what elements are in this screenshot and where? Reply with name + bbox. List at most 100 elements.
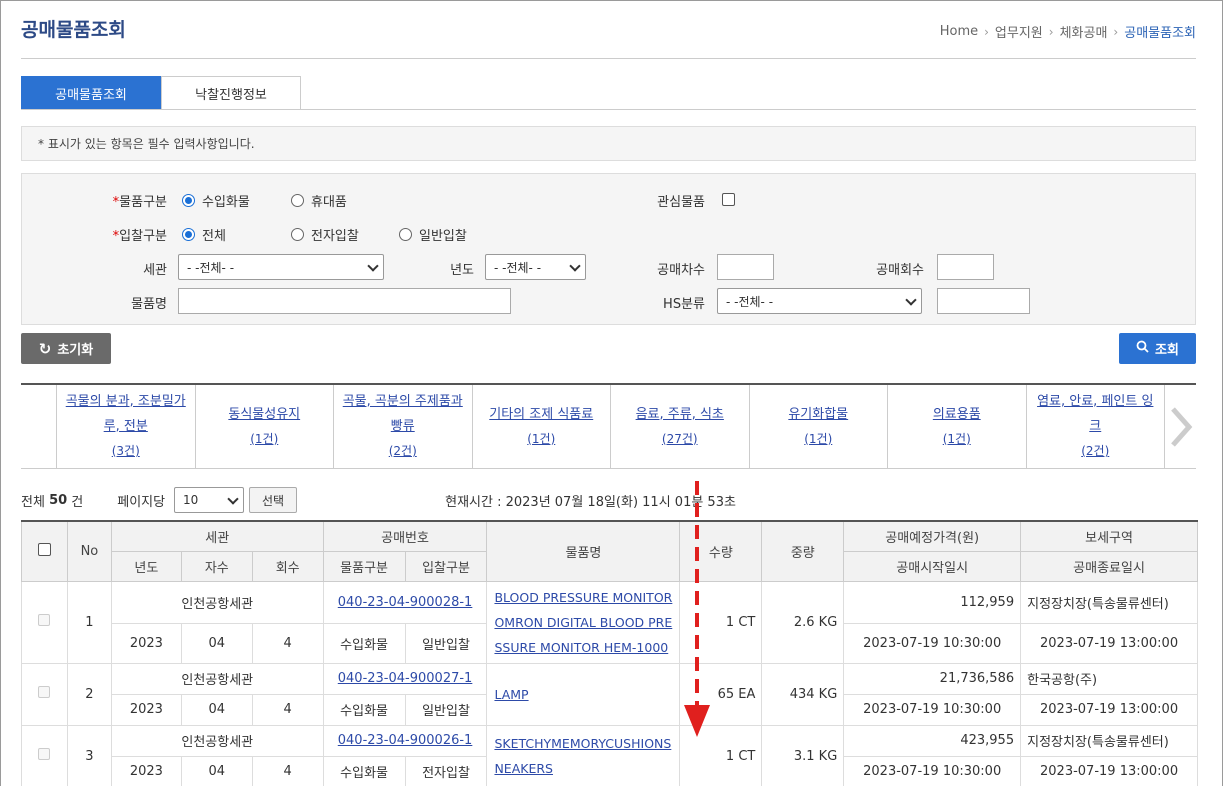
row-no: 3 — [66, 724, 112, 786]
chevron-down-icon — [227, 493, 239, 505]
hs-code-input[interactable] — [937, 288, 1030, 314]
auction-table: No 세관 공매번호 물품명 수량 중량 공매예정가격(원) 보세구역 년도 자… — [21, 520, 1198, 786]
sale-no-link[interactable]: 040-23-04-900026-1 — [322, 724, 488, 757]
row-checkbox[interactable] — [38, 686, 51, 698]
search-form: *물품구분 수입화물 휴대품 관심물품 *입찰구분 전체 전자입찰 일반입찰 세… — [21, 173, 1196, 325]
breadcrumb-support[interactable]: 업무지원 — [995, 22, 1043, 41]
carousel-next-button[interactable] — [1164, 385, 1196, 468]
radio-bid-all[interactable]: 전체 — [182, 225, 226, 244]
category-item[interactable]: 곡물, 곡분의 주제품과 빵류 (2건) — [333, 385, 472, 468]
category-item[interactable]: 유기화합물 (1건) — [748, 385, 888, 468]
current-time-label: 현재시간 : — [445, 494, 502, 510]
reset-button[interactable]: ↻ 초기화 — [21, 333, 111, 364]
category-item[interactable]: 동식물성유지 (1건) — [194, 385, 334, 468]
row-bonded: 지정장치장(특송물류센터) — [1020, 580, 1198, 624]
category-item[interactable]: 기타의 조제 식품료 (1건) — [471, 385, 611, 468]
item-name-link[interactable]: SKETCHYMEMORYCUSHIONS NEAKERS — [486, 724, 681, 786]
header-type: 물품구분 — [322, 550, 406, 582]
customs-select[interactable]: - -전체- - — [178, 254, 384, 280]
category-item[interactable]: 곡물의 분과, 조분밀가루, 전분 (3건) — [56, 385, 195, 468]
radio-button[interactable] — [399, 228, 412, 241]
year-label: 년도 — [450, 263, 474, 278]
item-name-label: 물품명 — [131, 297, 167, 312]
header-round: 자수 — [180, 550, 253, 582]
category-item[interactable]: 염료, 안료, 페인트 잉크 (2건) — [1025, 385, 1165, 468]
row-end: 2023-07-19 13:00:00 — [1020, 755, 1198, 786]
radio-button-checked[interactable] — [182, 228, 195, 241]
breadcrumb-home[interactable]: Home — [940, 24, 978, 39]
row-type: 수입화물 — [322, 622, 406, 664]
radio-carry-on[interactable]: 휴대품 — [291, 191, 347, 210]
header-weight: 중량 — [761, 520, 845, 582]
row-customs: 인천공항세관 — [110, 662, 324, 695]
row-start: 2023-07-19 10:30:00 — [843, 693, 1022, 726]
interest-label: 관심물품 — [657, 195, 705, 210]
round-no-input[interactable] — [717, 254, 774, 280]
hs-select[interactable]: - -전체- - — [717, 288, 922, 314]
radio-bid-electronic[interactable]: 전자입찰 — [291, 225, 359, 244]
year-select[interactable]: - -전체- - — [485, 254, 586, 280]
row-price: 423,955 — [843, 724, 1022, 757]
item-name-input[interactable] — [178, 288, 511, 314]
item-type-label: *물품구분 — [112, 195, 167, 210]
header-no: No — [66, 520, 112, 582]
tab-divider — [21, 109, 1196, 110]
refresh-icon: ↻ — [38, 339, 52, 358]
row-checkbox-cell[interactable] — [21, 580, 68, 664]
item-name-link[interactable]: LAMP — [486, 662, 681, 726]
radio-button[interactable] — [291, 194, 304, 207]
radio-bid-general[interactable]: 일반입찰 — [399, 225, 467, 244]
row-end: 2023-07-19 13:00:00 — [1020, 693, 1198, 726]
row-price: 21,736,586 — [843, 662, 1022, 695]
per-page-select[interactable]: 10 — [174, 487, 244, 513]
radio-import-cargo[interactable]: 수입화물 — [182, 191, 250, 210]
sale-no-link[interactable]: 040-23-04-900027-1 — [322, 662, 488, 695]
row-year: 2023 — [110, 755, 182, 786]
interest-checkbox[interactable] — [722, 193, 735, 210]
tab-bid-progress[interactable]: 낙찰진행정보 — [161, 76, 301, 110]
sale-no-link[interactable]: 040-23-04-900028-1 — [322, 580, 488, 624]
select-button[interactable]: 선택 — [249, 487, 297, 513]
tab-auction-items[interactable]: 공매물품조회 — [21, 76, 161, 110]
title-divider — [21, 58, 1196, 59]
select-all-cell[interactable] — [21, 520, 68, 582]
row-checkbox-cell[interactable] — [21, 724, 68, 786]
row-weight: 2.6 KG — [761, 580, 845, 664]
category-item[interactable]: 의료용품 (1건) — [887, 385, 1026, 468]
row-bid: 전자입찰 — [404, 755, 488, 786]
row-year: 2023 — [110, 693, 182, 726]
radio-button[interactable] — [291, 228, 304, 241]
row-checkbox[interactable] — [38, 614, 51, 626]
select-all-checkbox[interactable] — [37, 542, 51, 556]
row-round: 04 — [180, 693, 253, 726]
breadcrumb-auction[interactable]: 체화공매 — [1060, 22, 1108, 41]
header-count: 회수 — [251, 550, 324, 582]
row-round: 04 — [180, 755, 253, 786]
category-carousel: 곡물의 분과, 조분밀가루, 전분 (3건) 동식물성유지 (1건) 곡물, 곡분의… — [21, 383, 1196, 469]
round-no-label: 공매차수 — [657, 263, 705, 278]
scroll-down-arrow-icon — [684, 481, 710, 737]
row-no: 2 — [66, 662, 112, 726]
chevron-right-icon: › — [984, 24, 989, 39]
round-count-input[interactable] — [937, 254, 994, 280]
radio-button-checked[interactable] — [182, 194, 195, 207]
item-name-link[interactable]: BLOOD PRESSURE MONITOR OMRON DIGITAL BLOO… — [486, 580, 681, 664]
header-bonded: 보세구역 — [1020, 520, 1198, 552]
row-customs: 인천공항세관 — [110, 580, 324, 624]
carousel-spacer — [21, 385, 56, 468]
row-bonded: 지정장치장(특송물류센터) — [1020, 724, 1198, 757]
search-button[interactable]: 조회 — [1119, 333, 1196, 364]
chevron-right-icon: › — [1048, 24, 1054, 39]
chevron-right-icon: › — [1113, 24, 1119, 39]
category-item[interactable]: 음료, 주류, 식초 (27건) — [610, 385, 749, 468]
row-checkbox[interactable] — [38, 748, 51, 760]
header-start: 공매시작일시 — [843, 550, 1022, 582]
hs-label: HS분류 — [663, 297, 705, 312]
row-weight: 3.1 KG — [761, 724, 845, 786]
header-price: 공매예정가격(원) — [843, 520, 1022, 552]
row-type: 수입화물 — [322, 693, 406, 726]
round-count-label: 공매회수 — [876, 263, 924, 278]
row-bid: 일반입찰 — [404, 693, 488, 726]
row-checkbox-cell[interactable] — [21, 662, 68, 726]
header-year: 년도 — [110, 550, 182, 582]
